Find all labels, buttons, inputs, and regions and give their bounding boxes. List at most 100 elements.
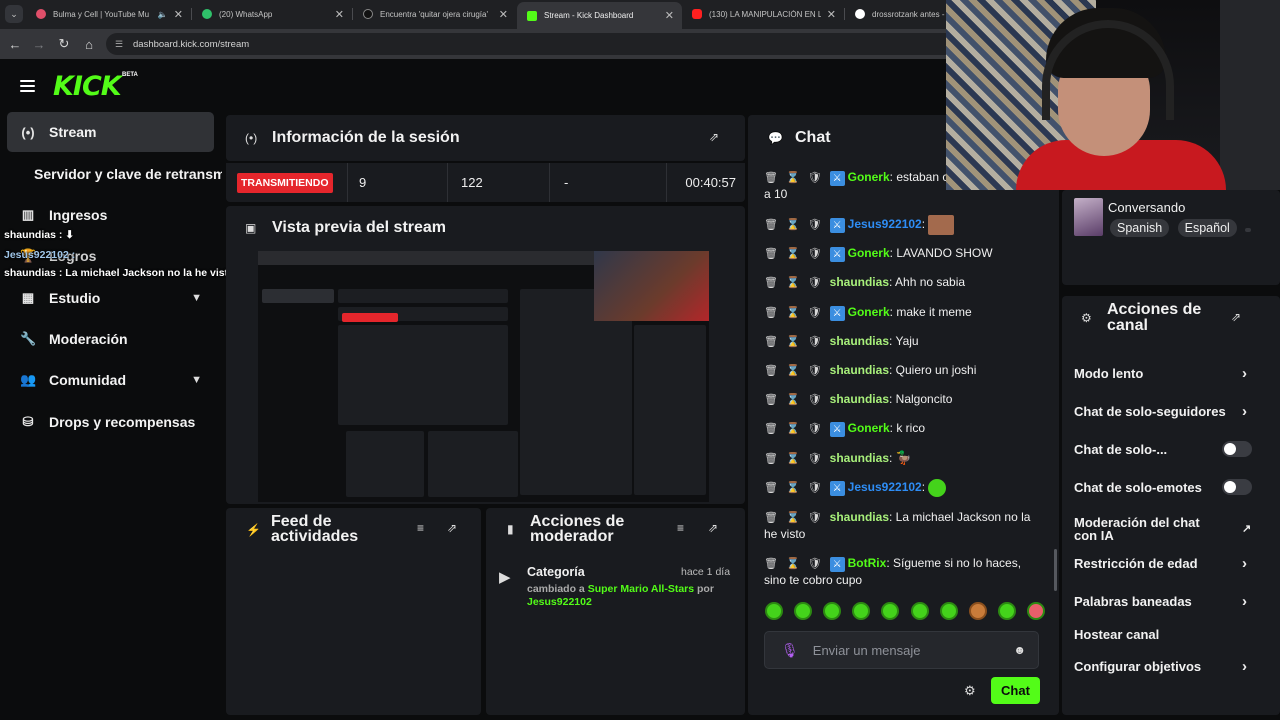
broadcast-icon: (•) <box>21 124 35 140</box>
microphone-icon[interactable]: 🎙 <box>781 642 799 659</box>
close-tab-icon[interactable]: ✕ <box>335 8 344 21</box>
browser-tab-kick-dashboard[interactable]: Stream - Kick Dashboard ✕ <box>517 2 682 29</box>
chat-message[interactable]: 🗑⌛🛡 ⚔ Jesus922102: <box>764 215 1044 235</box>
close-tab-icon[interactable]: ✕ <box>665 9 674 22</box>
broadcast-icon: (•) <box>245 131 258 145</box>
external-link-icon: ↗ <box>1242 522 1252 535</box>
browser-tab-youtube-music[interactable]: Bulma y Cell | YouTube Mu 🔈 ✕ <box>26 3 191 25</box>
emotes-only-row[interactable]: Chat de solo-emotes <box>1074 479 1264 495</box>
sidebar-item-estudio[interactable]: ▦ Estudio ▼ <box>7 278 214 318</box>
chat-message[interactable]: 🗑⌛🛡 ⚔ Gonerk: k rico <box>764 420 1044 437</box>
subscribers-only-row[interactable]: Chat de solo-... <box>1074 441 1264 457</box>
banned-words-row[interactable]: Palabras baneadas › <box>1074 593 1264 610</box>
chat-message[interactable]: 🗑⌛🛡 ⚔ Gonerk: LAVANDO SHOW <box>764 245 1044 262</box>
preview-icon: ▣ <box>245 221 257 235</box>
back-arrow-icon[interactable]: ← <box>6 35 24 53</box>
chevron-down-icon: ▼ <box>191 374 202 386</box>
home-icon[interactable]: ⌂ <box>80 35 98 53</box>
tiktok-icon <box>363 9 373 19</box>
emote-button[interactable] <box>765 602 783 620</box>
tab-search-button[interactable]: ⌄ <box>5 5 23 23</box>
speaker-icon[interactable]: 🔈 <box>158 10 168 19</box>
user-link[interactable]: Jesus922102 <box>527 596 592 608</box>
browser-tab-whatsapp[interactable]: (20) WhatsApp ✕ <box>192 3 352 25</box>
url-field[interactable]: ☰ dashboard.kick.com/stream <box>106 33 956 55</box>
emote-button[interactable] <box>968 602 987 620</box>
chat-scrollbar[interactable] <box>1054 549 1057 591</box>
host-channel-row[interactable]: Hostear canal <box>1074 626 1264 642</box>
emote-button[interactable] <box>852 602 871 620</box>
chat-message[interactable]: 🗑⌛🛡shaundias: Ahh no sabia <box>764 274 1044 291</box>
age-restriction-row[interactable]: Restricción de edad › <box>1074 555 1264 572</box>
overlay-chat-line: Jesus922102 : <box>4 249 76 261</box>
sidebar-item-drops[interactable]: ⛁ Drops y recompensas <box>7 402 214 442</box>
sidebar-item-moderacion[interactable]: 🔧 Moderación <box>7 319 214 359</box>
emote-button[interactable] <box>1026 602 1045 620</box>
chat-title: Chat <box>795 129 831 146</box>
emotes-only-toggle[interactable] <box>1222 479 1252 495</box>
forward-arrow-icon[interactable]: → <box>30 35 48 53</box>
followers-only-row[interactable]: Chat de solo-seguidores › <box>1074 403 1264 420</box>
tag-pill[interactable]: Español <box>1177 219 1237 237</box>
emote-button[interactable] <box>794 602 813 620</box>
url-text: dashboard.kick.com/stream <box>133 38 250 50</box>
browser-tab-google[interactable]: drossrotzank antes - <box>845 3 955 25</box>
session-duration: 00:40:57 <box>666 163 745 202</box>
emote-kick <box>928 479 947 497</box>
session-info-panel: (•) Información de la sesión ⇗ <box>226 115 745 161</box>
emote-button[interactable] <box>939 602 958 620</box>
sidebar-item-comunidad[interactable]: 👥 Comunidad ▼ <box>7 360 214 400</box>
tag-pill-more[interactable] <box>1245 228 1252 232</box>
subs-count: - <box>549 163 666 202</box>
close-tab-icon[interactable]: ✕ <box>499 8 508 21</box>
subscribers-only-toggle[interactable] <box>1222 441 1252 457</box>
popout-icon[interactable]: ⇗ <box>708 521 718 535</box>
emote-image <box>928 215 955 235</box>
reload-icon[interactable]: ↻ <box>55 35 73 53</box>
chat-message[interactable]: 🗑⌛🛡shaundias: Quiero un joshi <box>764 362 1044 379</box>
close-tab-icon[interactable]: ✕ <box>174 8 183 21</box>
chat-message[interactable]: 🗑⌛🛡shaundias: Yaju <box>764 333 1044 350</box>
browser-tab-tiktok[interactable]: Encuentra 'quitar ojera cirugía' ✕ <box>353 3 516 25</box>
menu-icon[interactable] <box>20 80 35 92</box>
chat-message[interactable]: 🗑⌛🛡 ⚔ BotRix: Sígueme si no lo haces, sino… <box>764 555 1044 588</box>
emote-button[interactable] <box>997 602 1016 620</box>
site-settings-icon[interactable]: ☰ <box>115 39 125 49</box>
popout-icon[interactable]: ⇗ <box>1231 310 1241 324</box>
chat-message[interactable]: 🗑⌛🛡 ⚔ Gonerk: make it meme <box>764 304 1044 321</box>
sidebar-item-server-key[interactable]: Servidor y clave de retransmisión <box>7 154 222 194</box>
chat-message[interactable]: 🗑⌛🛡shaundias: La michael Jackson no la h… <box>764 509 1044 542</box>
close-tab-icon[interactable]: ✕ <box>827 8 836 21</box>
overlay-chat-line: shaundias : ⬇ <box>4 229 75 241</box>
chat-message-input[interactable]: 🎙 Enviar un mensaje ☻ <box>764 631 1039 669</box>
filter-icon[interactable]: ≡ <box>677 521 684 535</box>
session-info-title: Información de la sesión <box>272 129 460 146</box>
beta-badge: BETA <box>122 72 138 78</box>
chat-settings-gear-icon[interactable]: ⚙ <box>964 683 976 699</box>
popout-icon[interactable]: ⇗ <box>447 521 457 535</box>
slow-mode-row[interactable]: Modo lento › <box>1074 365 1264 382</box>
set-goals-row[interactable]: Configurar objetivos › <box>1074 658 1264 675</box>
filter-icon[interactable]: ≡ <box>417 521 424 535</box>
emote-button[interactable] <box>910 602 929 620</box>
kick-logo[interactable]: KICK <box>53 71 122 102</box>
chart-icon: ▥ <box>21 207 35 222</box>
browser-tab-youtube[interactable]: (130) LA MANIPULACIÓN EN L ✕ <box>682 3 844 25</box>
game-link[interactable]: Super Mario All-Stars <box>588 583 694 595</box>
chevron-down-icon: ▼ <box>191 292 202 304</box>
chat-message[interactable]: 🗑⌛🛡shaundias: Nalgoncito <box>764 391 1044 408</box>
sidebar-item-stream[interactable]: (•) Stream <box>7 112 214 152</box>
drops-icon: ⛁ <box>22 414 34 429</box>
emote-button[interactable] <box>881 602 900 620</box>
chat-message[interactable]: 🗑⌛🛡shaundias: 🦆 <box>764 450 1044 467</box>
tag-pill[interactable]: Spanish <box>1110 219 1170 237</box>
send-chat-button[interactable]: Chat <box>991 677 1040 704</box>
followers-count: 122 <box>447 163 549 202</box>
ai-moderation-row[interactable]: Moderación del chat con IA ↗ <box>1074 513 1264 545</box>
stream-preview-video[interactable] <box>258 251 709 502</box>
emote-button[interactable] <box>823 602 842 620</box>
chat-message[interactable]: 🗑⌛🛡 ⚔ Jesus922102: <box>764 479 1044 497</box>
emoji-picker-icon[interactable]: ☻ <box>1013 643 1026 657</box>
popout-icon[interactable]: ⇗ <box>709 130 719 144</box>
activity-feed-panel: ⚡ Feed de actividades ≡ ⇗ <box>226 508 481 715</box>
